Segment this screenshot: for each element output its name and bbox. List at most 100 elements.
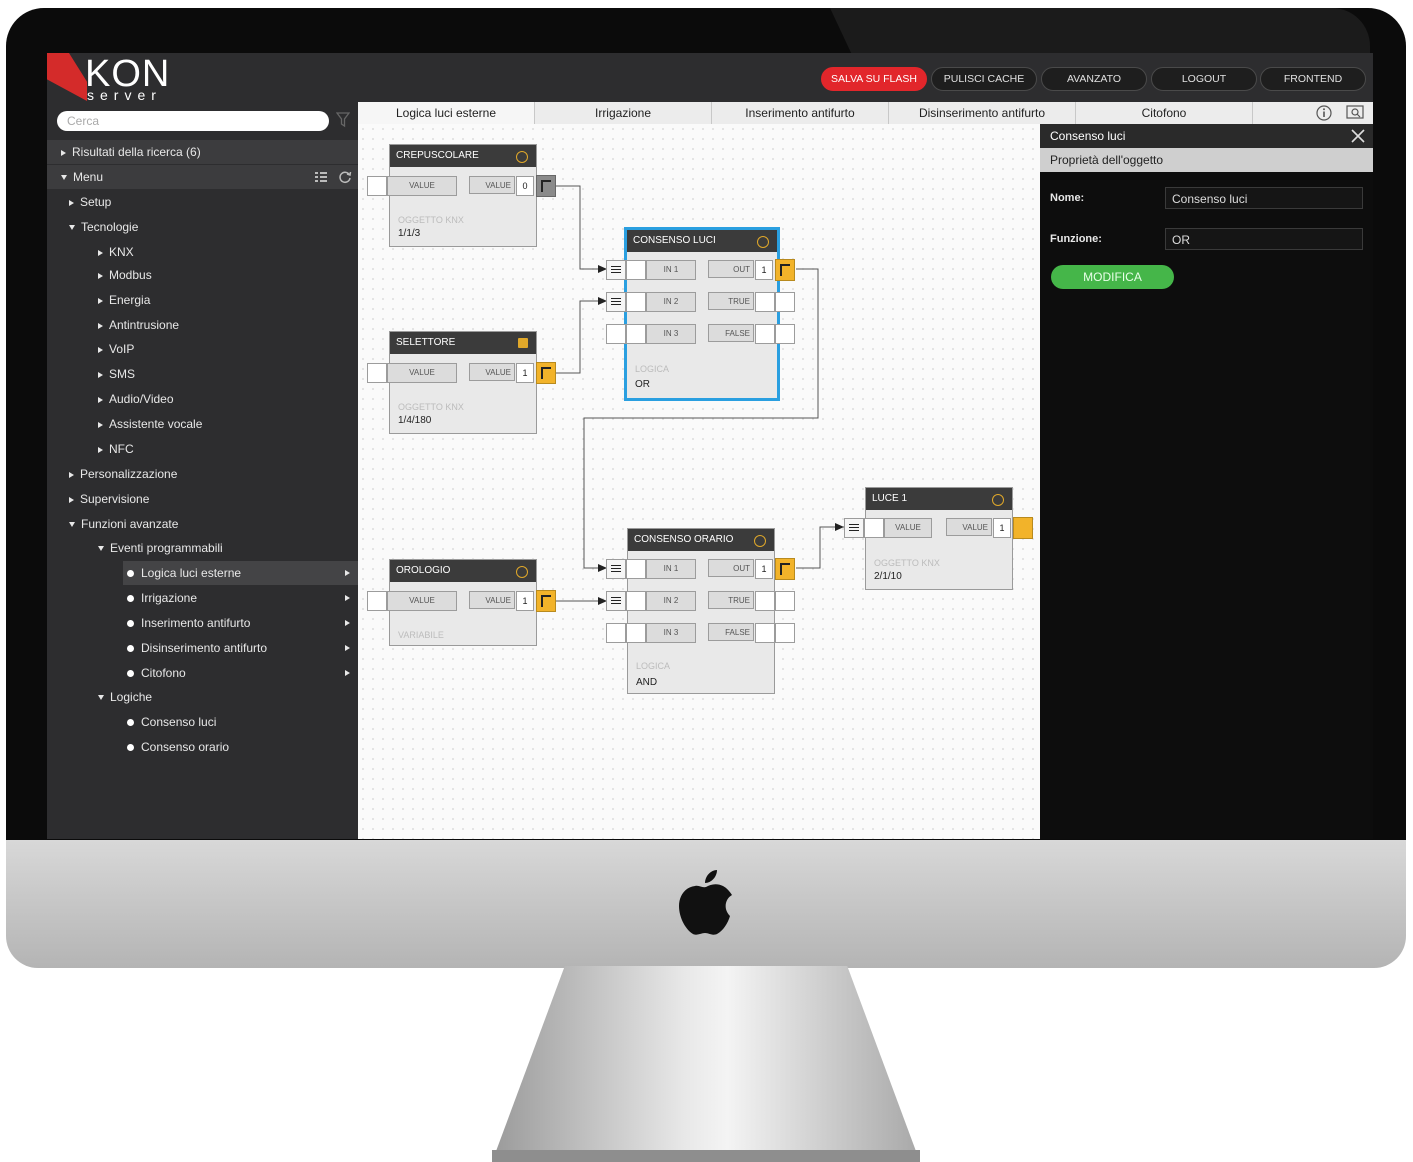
port-value-out[interactable]: VALUE bbox=[469, 591, 515, 609]
port-in3[interactable]: IN 3 bbox=[646, 623, 696, 643]
logout-button[interactable]: LOGOUT bbox=[1151, 67, 1257, 91]
output-connector-icon[interactable] bbox=[536, 590, 556, 612]
port-value-in[interactable]: VALUE bbox=[387, 591, 457, 611]
tree-item-consenso-orario[interactable]: Consenso orario bbox=[123, 735, 358, 759]
port-value-in[interactable]: VALUE bbox=[387, 363, 457, 383]
input-connector-icon[interactable] bbox=[606, 559, 626, 579]
input-socket[interactable] bbox=[626, 260, 646, 280]
node-luce-1[interactable]: LUCE 1 OGGETTO KNX 2/1/10 bbox=[865, 487, 1013, 590]
input-socket[interactable] bbox=[606, 324, 626, 344]
tree-item-voip[interactable]: VoIP bbox=[47, 337, 409, 361]
output-socket[interactable] bbox=[755, 324, 775, 344]
zoom-fit-icon[interactable] bbox=[1346, 105, 1364, 121]
tab-disinserimento-antifurto[interactable]: Disinserimento antifurto bbox=[889, 102, 1076, 124]
input-socket[interactable] bbox=[626, 623, 646, 643]
port-value-out[interactable]: VALUE bbox=[469, 363, 515, 381]
refresh-icon[interactable] bbox=[338, 170, 352, 184]
port-value-in[interactable]: VALUE bbox=[884, 518, 932, 538]
tree-item-personalizzazione[interactable]: Personalizzazione bbox=[47, 462, 380, 486]
filter-icon[interactable] bbox=[336, 112, 350, 128]
input-socket[interactable] bbox=[626, 292, 646, 312]
clear-cache-button[interactable]: PULISCI CACHE bbox=[931, 67, 1037, 91]
port-true[interactable]: TRUE bbox=[708, 591, 754, 609]
port-value-out[interactable]: VALUE bbox=[946, 518, 992, 536]
input-connector-icon[interactable] bbox=[844, 518, 864, 538]
port-in2[interactable]: IN 2 bbox=[646, 292, 696, 312]
tree-item-antintrusione[interactable]: Antintrusione bbox=[47, 313, 409, 337]
input-socket[interactable] bbox=[864, 518, 884, 538]
name-field[interactable]: Consenso luci bbox=[1165, 187, 1363, 209]
tree-item-irrigazione[interactable]: Irrigazione bbox=[123, 586, 358, 610]
port-false[interactable]: FALSE bbox=[708, 324, 754, 342]
info-icon[interactable] bbox=[1316, 105, 1332, 121]
node-consenso-orario[interactable]: CONSENSO ORARIO LOGICA AND bbox=[627, 528, 775, 694]
input-socket[interactable] bbox=[367, 363, 387, 383]
input-connector-icon[interactable] bbox=[606, 292, 626, 312]
input-socket[interactable] bbox=[367, 176, 387, 196]
input-socket[interactable] bbox=[626, 559, 646, 579]
tree-item-setup[interactable]: Setup bbox=[47, 190, 380, 214]
output-socket[interactable] bbox=[775, 324, 795, 344]
port-out[interactable]: OUT bbox=[708, 559, 754, 577]
port-false[interactable]: FALSE bbox=[708, 623, 754, 641]
save-flash-button[interactable]: SALVA SU FLASH bbox=[821, 67, 927, 91]
port-out[interactable]: OUT bbox=[708, 260, 754, 278]
input-socket[interactable] bbox=[626, 324, 646, 344]
function-field[interactable]: OR bbox=[1165, 228, 1363, 250]
tree-item-supervisione[interactable]: Supervisione bbox=[47, 487, 380, 511]
output-socket[interactable] bbox=[755, 623, 775, 643]
tree-item-nfc[interactable]: NFC bbox=[47, 437, 409, 461]
tree-menu[interactable]: Menu bbox=[47, 165, 372, 189]
close-icon[interactable] bbox=[1351, 129, 1365, 143]
tab-citofono[interactable]: Citofono bbox=[1076, 102, 1253, 124]
tree-item-logiche[interactable]: Logiche bbox=[47, 685, 409, 709]
modify-button[interactable]: MODIFICA bbox=[1051, 265, 1174, 289]
tree-item-assistente-vocale[interactable]: Assistente vocale bbox=[47, 412, 409, 436]
logic-canvas[interactable]: CREPUSCOLARE OGGETTO KNX 1/1/3 VALUE VAL… bbox=[358, 124, 1040, 839]
input-socket[interactable] bbox=[606, 623, 626, 643]
search-input[interactable]: Cerca bbox=[57, 111, 329, 131]
tree-item-modbus[interactable]: Modbus bbox=[47, 263, 409, 287]
output-socket[interactable] bbox=[775, 623, 795, 643]
advanced-button[interactable]: AVANZATO bbox=[1041, 67, 1147, 91]
input-socket[interactable] bbox=[367, 591, 387, 611]
tree-item-funzioni-avanzate[interactable]: Funzioni avanzate bbox=[47, 512, 380, 536]
tree-item-sms[interactable]: SMS bbox=[47, 362, 409, 386]
port-value-out[interactable]: VALUE bbox=[469, 176, 515, 194]
tab-inserimento-antifurto[interactable]: Inserimento antifurto bbox=[712, 102, 889, 124]
output-socket[interactable] bbox=[775, 591, 795, 611]
tree-item-tecnologie[interactable]: Tecnologie bbox=[47, 215, 380, 239]
tree-item-consenso-luci[interactable]: Consenso luci bbox=[123, 710, 358, 734]
port-in1[interactable]: IN 1 bbox=[646, 559, 696, 579]
tree-item-eventi-programmabili[interactable]: Eventi programmabili bbox=[47, 536, 409, 560]
output-socket[interactable] bbox=[775, 292, 795, 312]
tree-item-inserimento-antifurto[interactable]: Inserimento antifurto bbox=[123, 611, 358, 635]
port-in2[interactable]: IN 2 bbox=[646, 591, 696, 611]
node-consenso-luci[interactable]: CONSENSO LUCI LOGICA OR bbox=[624, 227, 780, 401]
list-view-icon[interactable] bbox=[315, 171, 327, 183]
tree-item-logica-luci-esterne[interactable]: Logica luci esterne bbox=[123, 561, 358, 585]
output-connector-icon[interactable] bbox=[1013, 517, 1033, 539]
tab-irrigazione[interactable]: Irrigazione bbox=[535, 102, 712, 124]
input-socket[interactable] bbox=[626, 591, 646, 611]
input-connector-icon[interactable] bbox=[606, 260, 626, 280]
output-connector-icon[interactable] bbox=[775, 259, 795, 281]
input-connector-icon[interactable] bbox=[606, 591, 626, 611]
output-connector-icon[interactable] bbox=[536, 362, 556, 384]
tree-item-citofono[interactable]: Citofono bbox=[123, 661, 358, 685]
output-connector-icon[interactable] bbox=[536, 175, 556, 197]
port-in3[interactable]: IN 3 bbox=[646, 324, 696, 344]
output-socket[interactable] bbox=[755, 292, 775, 312]
port-in1[interactable]: IN 1 bbox=[646, 260, 696, 280]
port-value-in[interactable]: VALUE bbox=[387, 176, 457, 196]
tree-item-audio-video[interactable]: Audio/Video bbox=[47, 387, 409, 411]
tab-logica-luci-esterne[interactable]: Logica luci esterne bbox=[358, 102, 535, 124]
output-socket[interactable] bbox=[755, 591, 775, 611]
tree-item-knx[interactable]: KNX bbox=[47, 240, 409, 264]
tree-item-disinserimento-antifurto[interactable]: Disinserimento antifurto bbox=[123, 636, 358, 660]
output-connector-icon[interactable] bbox=[775, 558, 795, 580]
tree-search-results[interactable]: Risultati della ricerca (6) bbox=[47, 140, 372, 164]
frontend-button[interactable]: FRONTEND bbox=[1260, 67, 1366, 91]
port-true[interactable]: TRUE bbox=[708, 292, 754, 310]
tree-item-energia[interactable]: Energia bbox=[47, 288, 409, 312]
